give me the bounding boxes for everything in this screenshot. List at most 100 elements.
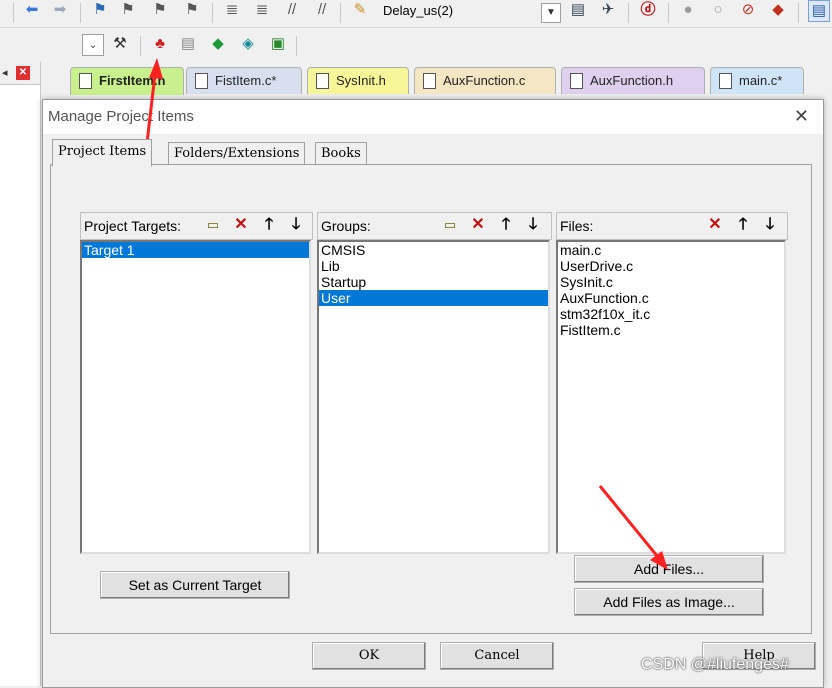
file-icon [570,73,583,89]
groups-list[interactable]: CMSIS Lib Startup User [317,240,550,554]
close-icon[interactable]: ✕ [16,66,30,80]
move-up-icon[interactable]: 🡑 [732,215,754,235]
find-icon[interactable]: ▤ [568,0,588,20]
move-down-icon[interactable]: 🡓 [522,215,544,235]
file-icon [423,73,436,89]
file-icon [316,73,329,89]
tab-label: SysInit.h [336,73,386,88]
breakpoint-kill-all-icon[interactable]: ◆ [768,0,788,20]
tab-label: main.c* [739,73,783,88]
tab-project-items[interactable]: Project Items [52,139,153,167]
targets-list[interactable]: Target 1 [80,240,311,554]
pack-installer-icon[interactable]: ◈ [238,34,258,54]
incremental-find-icon[interactable]: ✈ [598,0,618,20]
pin-icon[interactable]: ◂ [2,66,8,79]
tab-auxfunction-c[interactable]: AuxFunction.c [414,67,556,94]
tab-fistitem-c[interactable]: FistItem.c* [186,67,302,94]
new-target-icon[interactable]: ▭ [202,215,224,235]
toolbar-separator [212,3,213,23]
group-list-item[interactable]: CMSIS [319,242,548,258]
set-current-target-button[interactable]: Set as Current Target [100,571,290,599]
targets-label: Project Targets: [84,218,182,234]
find-in-files-icon[interactable]: ✎ [350,0,370,20]
add-files-button[interactable]: Add Files... [574,555,764,583]
tab-folders-extensions[interactable]: Folders/Extensions [168,142,306,165]
file-list-item[interactable]: SysInit.c [558,274,784,290]
targets-header: Project Targets: ▭ ✕ 🡑 🡓 [80,212,313,240]
delete-group-icon[interactable]: ✕ [467,215,489,235]
move-up-icon[interactable]: 🡑 [495,215,517,235]
dialog-titlebar: Manage Project Items ✕ [43,100,823,134]
toolbar-separator [296,36,297,56]
navigate-back-icon[interactable]: ⬅ [22,0,42,20]
find-combo-value[interactable]: Delay_us(2) [383,3,453,18]
toolbar-separator [13,3,14,23]
tab-sysinit-h[interactable]: SysInit.h [307,67,409,94]
toolbar-separator [340,3,341,23]
group-list-item[interactable]: Startup [319,274,548,290]
build-toolbar: ⌄ ⚒ ♣ ▤ ◆ ◈ ▣ [0,28,832,60]
files-header: Files: ✕ 🡑 🡓 [556,212,788,240]
main-toolbar: ⬅ ➡ ⚑ ⚑ ⚑ ⚑ ≣ ≣ // // ✎ Delay_us(2) ▼ ▤ … [0,0,832,28]
manage-project-items-icon[interactable]: ♣ [150,34,170,54]
manage-project-items-dialog: Manage Project Items ✕ Project Items Fol… [42,99,824,688]
toolbar-separator [80,3,81,23]
file-list-item[interactable]: AuxFunction.c [558,290,784,306]
move-up-icon[interactable]: 🡑 [258,215,280,235]
bookmark-clear-icon[interactable]: ⚑ [182,0,202,20]
close-icon[interactable]: ✕ [794,106,809,127]
bookmark-icon[interactable]: ⚑ [90,0,110,20]
files-list[interactable]: main.c UserDrive.c SysInit.c AuxFunction.c s… [556,240,786,554]
debug-icon[interactable]: ⓓ [638,0,658,20]
tab-main-c[interactable]: main.c* [710,67,804,94]
file-list-item[interactable]: UserDrive.c [558,258,784,274]
navigate-forward-icon[interactable]: ➡ [50,0,70,20]
file-list-item[interactable]: stm32f10x_it.c [558,306,784,322]
groups-header: Groups: ▭ ✕ 🡑 🡓 [317,212,552,240]
toolbar-separator [628,3,629,23]
select-packs-icon[interactable]: ▣ [268,34,288,54]
tab-auxfunction-h[interactable]: AuxFunction.h [561,67,705,94]
bookmark-prev-icon[interactable]: ⚑ [118,0,138,20]
chevron-down-icon[interactable]: ▼ [541,3,561,23]
delete-file-icon[interactable]: ✕ [704,215,726,235]
bookmark-next-icon[interactable]: ⚑ [150,0,170,20]
project-pane-header: ◂ ✕ [0,62,40,85]
file-list-item[interactable]: FistItem.c [558,322,784,338]
uncomment-icon[interactable]: // [312,0,332,20]
file-list-item[interactable]: main.c [558,242,784,258]
move-down-icon[interactable]: 🡓 [759,215,781,235]
group-list-item[interactable]: Lib [319,258,548,274]
tab-firstitem-h[interactable]: FirstItem.h [70,67,184,95]
delete-target-icon[interactable]: ✕ [230,215,252,235]
breakpoint-disable-icon[interactable]: ○ [708,0,728,20]
toolbar-separator [798,3,799,23]
breakpoint-icon[interactable]: ● [678,0,698,20]
tab-books[interactable]: Books [315,142,367,165]
new-group-icon[interactable]: ▭ [439,215,461,235]
toolbar-separator [140,36,141,56]
options-wand-icon[interactable]: ⚒ [110,34,130,54]
breakpoint-disable-all-icon[interactable]: ⊘ [738,0,758,20]
file-icon [719,73,732,89]
ok-button[interactable]: OK [312,642,426,670]
add-files-as-image-button[interactable]: Add Files as Image... [574,588,764,616]
tab-label: FistItem.c* [215,73,277,88]
target-list-item[interactable]: Target 1 [82,242,309,258]
file-icon [195,73,208,89]
move-down-icon[interactable]: 🡓 [285,215,307,235]
watermark: CSDN @#liufenges# [641,656,789,673]
project-items-panel: Project Targets: ▭ ✕ 🡑 🡓 Target 1 Groups… [50,164,812,634]
comment-icon[interactable]: // [282,0,302,20]
group-list-item[interactable]: User [319,290,548,306]
unindent-icon[interactable]: ≣ [252,0,272,20]
cancel-button[interactable]: Cancel [440,642,554,670]
window-icon[interactable]: ▤ [808,0,830,22]
stack-icon[interactable]: ▤ [178,34,198,54]
chevron-down-icon[interactable]: ⌄ [82,34,104,56]
green-diamond-icon[interactable]: ◆ [208,34,228,54]
groups-label: Groups: [321,218,371,234]
file-icon [79,73,92,89]
toolbar-separator [668,3,669,23]
indent-icon[interactable]: ≣ [222,0,242,20]
